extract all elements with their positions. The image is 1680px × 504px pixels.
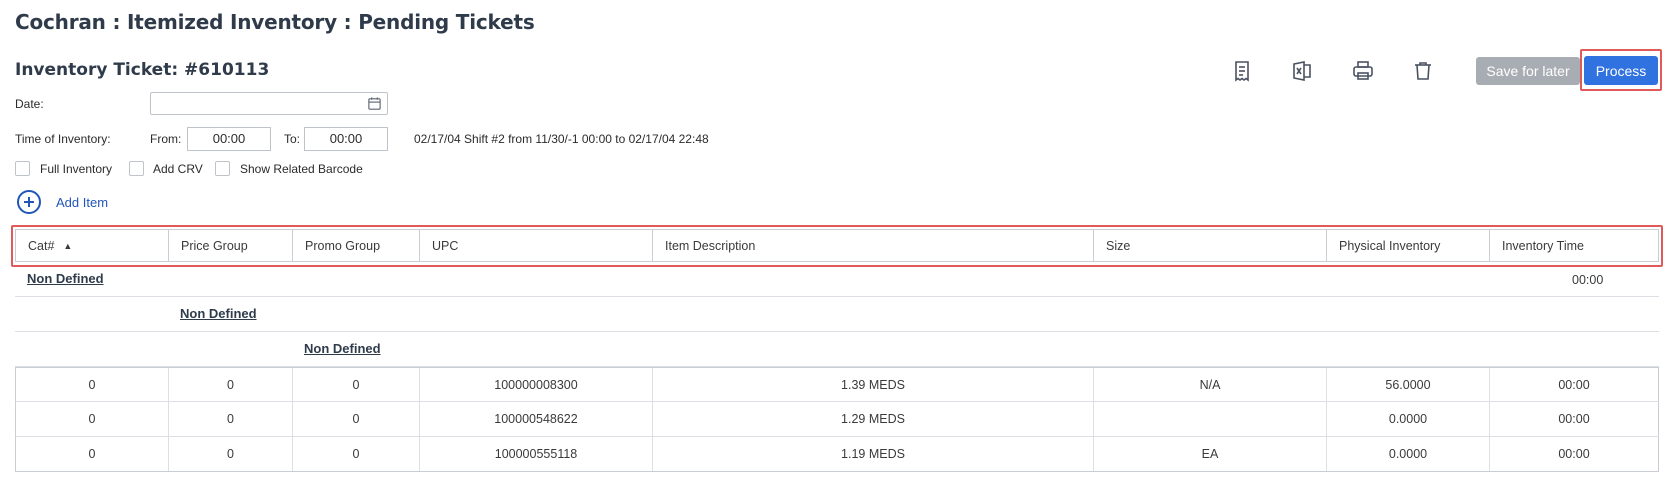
table-row[interactable]: 0 0 0 100000548622 1.29 MEDS 0.0000 00:0… (15, 402, 1659, 437)
group-label[interactable]: Non Defined (180, 306, 257, 321)
shift-info: 02/17/04 Shift #2 from 11/30/-1 00:00 to… (414, 132, 709, 146)
upc-cell: 100000548622 (420, 402, 653, 436)
process-button[interactable]: Process (1584, 56, 1658, 85)
description-cell: 1.29 MEDS (653, 402, 1094, 436)
ticket-title: Inventory Ticket: #610113 (15, 60, 270, 80)
physical-inventory-cell[interactable]: 56.0000 (1327, 368, 1490, 401)
trash-icon[interactable] (1410, 58, 1436, 84)
time-of-inventory-label: Time of Inventory: (15, 132, 111, 146)
inventory-table: Cat# ▲ Price Group Promo Group UPC Item … (15, 229, 1659, 472)
to-time-input[interactable]: 00:00 (304, 127, 388, 151)
column-header-item-description[interactable]: Item Description (653, 230, 1094, 261)
promo-group-cell: 0 (293, 437, 420, 471)
group-row: Non Defined 00:00 (15, 262, 1659, 297)
price-group-cell: 0 (169, 402, 293, 436)
add-circle-icon[interactable] (16, 189, 42, 215)
show-related-barcode-label: Show Related Barcode (240, 162, 363, 176)
add-crv-checkbox[interactable] (129, 161, 144, 176)
inventory-time-cell: 00:00 (1558, 447, 1590, 461)
size-cell: N/A (1094, 368, 1327, 401)
full-inventory-label: Full Inventory (40, 162, 113, 176)
from-label: From: (150, 132, 182, 146)
column-header-upc[interactable]: UPC (420, 230, 653, 261)
price-group-cell: 0 (169, 368, 293, 401)
cat-cell: 0 (16, 402, 169, 436)
column-header-size[interactable]: Size (1094, 230, 1327, 261)
add-item-link[interactable]: Add Item (56, 195, 108, 210)
from-time-input[interactable]: 00:00 (187, 127, 271, 151)
table-row[interactable]: 0 0 0 100000555118 1.19 MEDS EA 0.0000 0… (15, 437, 1659, 472)
group-row: Non Defined (15, 297, 1659, 332)
excel-export-icon[interactable] (1289, 58, 1315, 84)
date-field[interactable] (150, 92, 388, 115)
page-title: Cochran : Itemized Inventory : Pending T… (15, 10, 535, 34)
full-inventory-checkbox[interactable] (15, 161, 30, 176)
physical-inventory-cell[interactable]: 0.0000 (1327, 437, 1490, 471)
receipt-icon[interactable] (1229, 58, 1255, 84)
promo-group-cell: 0 (293, 402, 420, 436)
column-header-promo-group[interactable]: Promo Group (293, 230, 420, 261)
add-crv-label: Add CRV (153, 162, 203, 176)
column-header-inventory-time[interactable]: Inventory Time (1490, 230, 1658, 261)
inventory-time-cell: 00:00 (1558, 412, 1590, 426)
cat-cell: 0 (16, 368, 169, 401)
physical-inventory-cell[interactable]: 0.0000 (1327, 402, 1490, 436)
column-header-cat[interactable]: Cat# ▲ (16, 230, 169, 261)
group-time: 00:00 (1572, 273, 1604, 287)
upc-cell: 100000008300 (420, 368, 653, 401)
column-header-price-group[interactable]: Price Group (169, 230, 293, 261)
upc-cell: 100000555118 (420, 437, 653, 471)
description-cell: 1.19 MEDS (653, 437, 1094, 471)
description-cell: 1.39 MEDS (653, 368, 1094, 401)
date-label: Date: (15, 97, 44, 111)
promo-group-cell: 0 (293, 368, 420, 401)
price-group-cell: 0 (169, 437, 293, 471)
size-cell (1094, 402, 1327, 436)
table-row[interactable]: 0 0 0 100000008300 1.39 MEDS N/A 56.0000… (15, 367, 1659, 402)
print-icon[interactable] (1350, 58, 1376, 84)
inventory-time-cell: 00:00 (1558, 377, 1590, 392)
cat-cell: 0 (16, 437, 169, 471)
group-row: Non Defined (15, 332, 1659, 367)
group-label[interactable]: Non Defined (304, 341, 381, 356)
table-header: Cat# ▲ Price Group Promo Group UPC Item … (15, 229, 1659, 262)
size-cell: EA (1094, 437, 1327, 471)
show-related-barcode-checkbox[interactable] (215, 161, 230, 176)
to-label: To: (284, 132, 301, 146)
calendar-icon[interactable] (367, 96, 382, 111)
group-label[interactable]: Non Defined (27, 271, 104, 286)
column-header-physical-inventory[interactable]: Physical Inventory (1327, 230, 1490, 261)
sort-ascending-icon: ▲ (63, 240, 73, 251)
save-for-later-button[interactable]: Save for later (1476, 57, 1580, 85)
